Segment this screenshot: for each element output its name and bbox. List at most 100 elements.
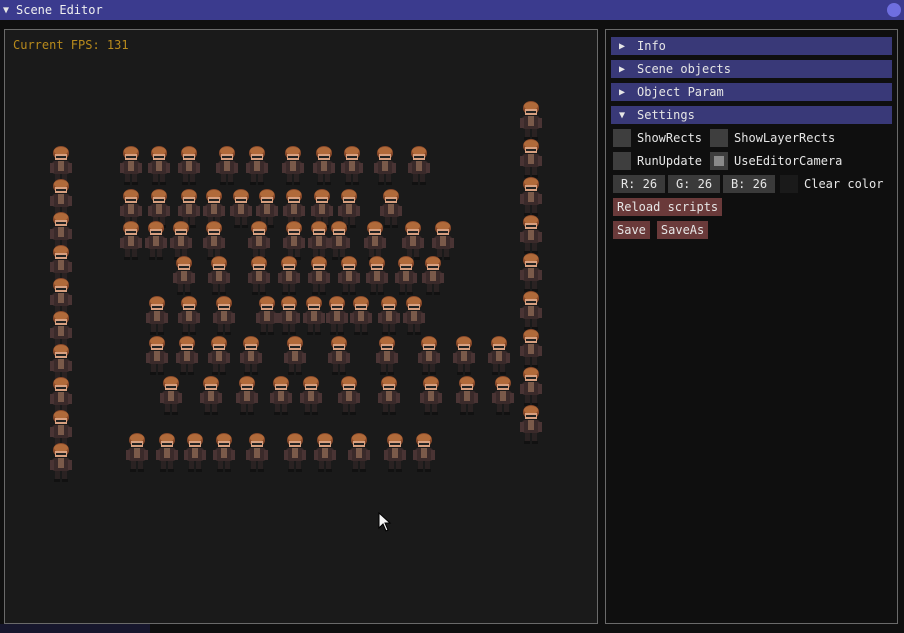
character-sprite-icon[interactable] <box>517 214 545 254</box>
character-sprite-icon[interactable] <box>345 432 373 472</box>
character-sprite-icon[interactable] <box>325 335 353 375</box>
character-sprite-icon[interactable] <box>275 295 303 335</box>
character-sprite-icon[interactable] <box>281 432 309 472</box>
character-sprite-icon[interactable] <box>279 145 307 185</box>
character-sprite-icon[interactable] <box>417 375 445 415</box>
use-editor-camera-checkbox[interactable] <box>710 152 729 170</box>
character-sprite-icon[interactable] <box>200 220 228 260</box>
character-sprite-icon[interactable] <box>245 255 273 295</box>
character-sprite-icon[interactable] <box>489 375 517 415</box>
save-button[interactable]: Save <box>613 221 650 239</box>
character-sprite-icon[interactable] <box>233 375 261 415</box>
character-sprite-icon[interactable] <box>175 145 203 185</box>
character-sprite-icon[interactable] <box>145 145 173 185</box>
character-sprite-icon[interactable] <box>237 335 265 375</box>
circle-close-icon[interactable] <box>887 3 901 17</box>
character-sprite-icon[interactable] <box>267 375 295 415</box>
character-sprite-icon[interactable] <box>485 335 513 375</box>
character-sprite-icon[interactable] <box>375 295 403 335</box>
save-as-button[interactable]: SaveAs <box>656 221 709 239</box>
character-sprite-icon[interactable] <box>157 375 185 415</box>
character-sprite-icon[interactable] <box>311 432 339 472</box>
character-sprite-icon[interactable] <box>243 432 271 472</box>
character-sprite-icon[interactable] <box>517 176 545 216</box>
scene-objects-header[interactable]: ▶ Scene objects <box>611 60 892 78</box>
character-sprite-icon[interactable] <box>210 295 238 335</box>
character-sprite-icon[interactable] <box>47 442 75 482</box>
character-sprite-icon[interactable] <box>415 335 443 375</box>
character-sprite-icon[interactable] <box>305 255 333 295</box>
red-channel-input[interactable]: R: 26 <box>613 175 665 193</box>
settings-row-update: RunUpdate UseEditorCamera <box>613 152 842 170</box>
character-sprite-icon[interactable] <box>373 335 401 375</box>
character-sprite-icon[interactable] <box>297 375 325 415</box>
character-sprite-icon[interactable] <box>381 432 409 472</box>
character-sprite-icon[interactable] <box>167 220 195 260</box>
character-sprite-icon[interactable] <box>338 145 366 185</box>
window-title-bar[interactable]: ▼ Scene Editor <box>0 0 904 20</box>
blue-channel-input[interactable]: B: 26 <box>723 175 775 193</box>
character-sprite-icon[interactable] <box>517 290 545 330</box>
character-sprite-icon[interactable] <box>419 255 447 295</box>
character-sprite-icon[interactable] <box>453 375 481 415</box>
character-sprite-icon[interactable] <box>142 220 170 260</box>
character-sprite-icon[interactable] <box>517 252 545 292</box>
character-sprite-icon[interactable] <box>280 220 308 260</box>
character-sprite-icon[interactable] <box>517 366 545 406</box>
settings-header[interactable]: ▼ Settings <box>611 106 892 124</box>
character-sprite-icon[interactable] <box>517 328 545 368</box>
character-sprite-icon[interactable] <box>392 255 420 295</box>
character-sprite-icon[interactable] <box>181 432 209 472</box>
character-sprite-icon[interactable] <box>517 100 545 140</box>
run-update-checkbox[interactable] <box>613 152 631 170</box>
show-layer-rects-label: ShowLayerRects <box>734 131 836 145</box>
character-sprite-icon[interactable] <box>405 145 433 185</box>
character-sprite-icon[interactable] <box>143 335 171 375</box>
character-sprite-icon[interactable] <box>310 145 338 185</box>
character-sprite-icon[interactable] <box>375 375 403 415</box>
triangle-down-icon: ▼ <box>619 109 626 121</box>
character-sprite-icon[interactable] <box>410 432 438 472</box>
character-sprite-icon[interactable] <box>205 255 233 295</box>
reload-scripts-button[interactable]: Reload scripts <box>613 198 723 216</box>
character-sprite-icon[interactable] <box>143 295 171 335</box>
character-sprite-icon[interactable] <box>175 295 203 335</box>
character-sprite-icon[interactable] <box>153 432 181 472</box>
character-sprite-icon[interactable] <box>197 375 225 415</box>
character-sprite-icon[interactable] <box>371 145 399 185</box>
show-rects-checkbox[interactable] <box>613 129 631 147</box>
green-channel-input[interactable]: G: 26 <box>668 175 720 193</box>
character-sprite-icon[interactable] <box>517 138 545 178</box>
character-sprite-icon[interactable] <box>117 220 145 260</box>
character-sprite-icon[interactable] <box>205 335 233 375</box>
settings-row-rects: ShowRects ShowLayerRects <box>613 129 835 147</box>
character-sprite-icon[interactable] <box>361 220 389 260</box>
character-sprite-icon[interactable] <box>335 255 363 295</box>
character-sprite-icon[interactable] <box>170 255 198 295</box>
character-sprite-icon[interactable] <box>325 220 353 260</box>
character-sprite-icon[interactable] <box>399 220 427 260</box>
info-header[interactable]: ▶ Info <box>611 37 892 55</box>
character-sprite-icon[interactable] <box>400 295 428 335</box>
character-sprite-icon[interactable] <box>347 295 375 335</box>
character-sprite-icon[interactable] <box>210 432 238 472</box>
character-sprite-icon[interactable] <box>213 145 241 185</box>
show-layer-rects-checkbox[interactable] <box>710 129 729 147</box>
character-sprite-icon[interactable] <box>517 404 545 444</box>
character-sprite-icon[interactable] <box>363 255 391 295</box>
character-sprite-icon[interactable] <box>117 145 145 185</box>
clear-color-swatch[interactable] <box>780 175 798 193</box>
mouse-cursor-icon <box>378 512 392 532</box>
character-sprite-icon[interactable] <box>335 375 363 415</box>
character-sprite-icon[interactable] <box>123 432 151 472</box>
scene-viewport[interactable]: Current FPS: 131 <box>4 29 598 624</box>
character-sprite-icon[interactable] <box>429 220 457 260</box>
character-sprite-icon[interactable] <box>450 335 478 375</box>
character-sprite-icon[interactable] <box>245 220 273 260</box>
triangle-down-icon[interactable]: ▼ <box>3 5 13 16</box>
object-param-header[interactable]: ▶ Object Param <box>611 83 892 101</box>
character-sprite-icon[interactable] <box>275 255 303 295</box>
character-sprite-icon[interactable] <box>173 335 201 375</box>
character-sprite-icon[interactable] <box>281 335 309 375</box>
character-sprite-icon[interactable] <box>243 145 271 185</box>
